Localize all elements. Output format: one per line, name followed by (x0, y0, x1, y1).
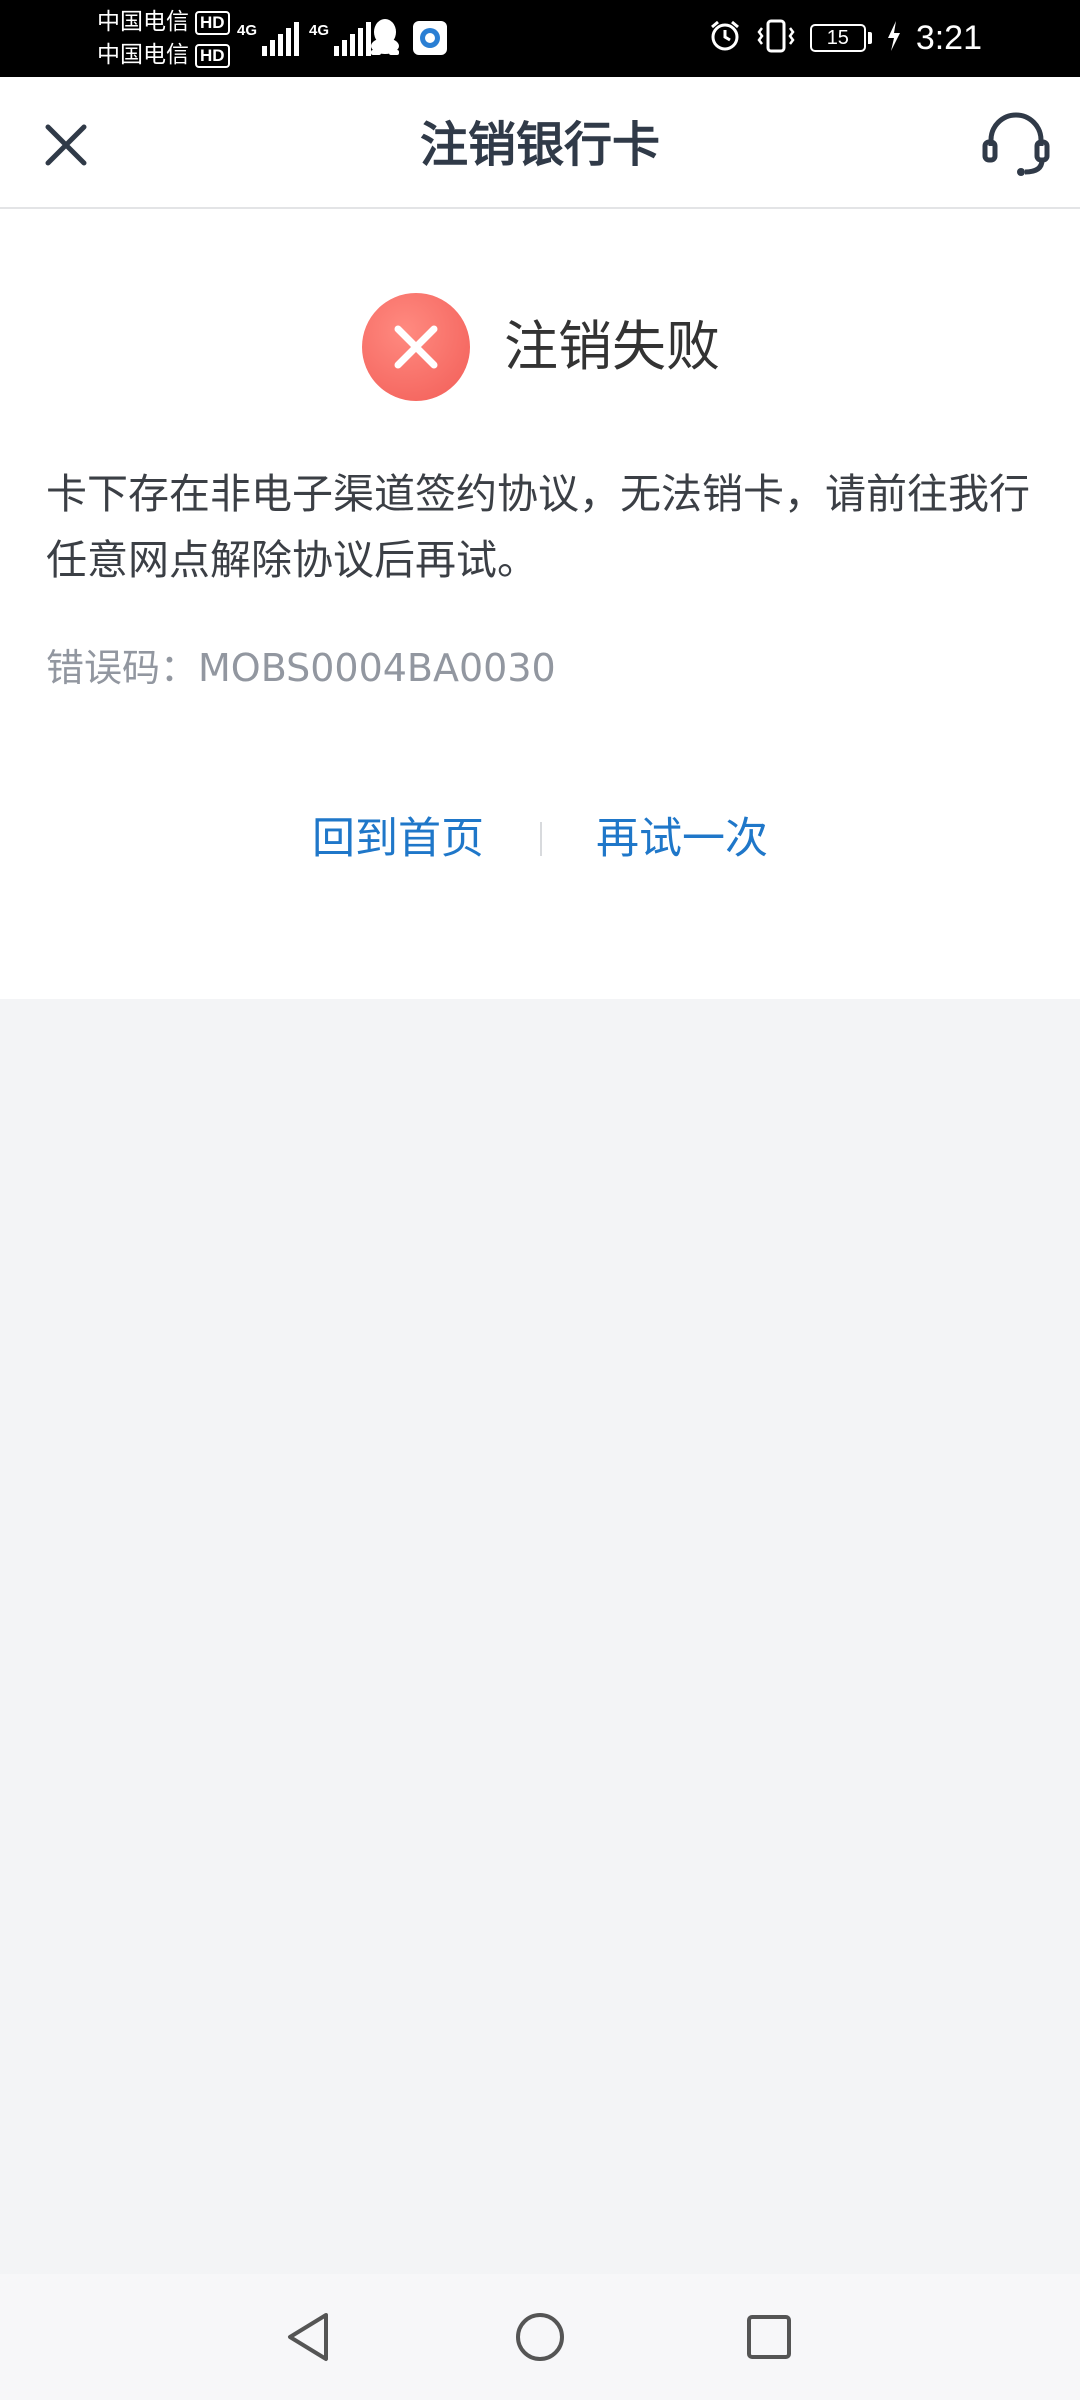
carrier-name-1: 中国电信 (97, 9, 189, 35)
result-title: 注销失败 (504, 315, 720, 378)
signal-strength-icon-2: 4G (309, 22, 372, 56)
battery-icon: 15 (809, 24, 872, 52)
customer-service-button[interactable] (978, 107, 1054, 183)
error-icon (362, 293, 470, 401)
error-code: 错误码：MOBS0004BA0030 (46, 646, 556, 690)
nav-home-button[interactable] (505, 2302, 575, 2372)
hd-badge-1: HD (195, 10, 230, 35)
page-header: 注销银行卡 (0, 77, 1080, 209)
result-card: 注销失败 卡下存在非电子渠道签约协议，无法销卡，请前往我行任意网点解除协议后再试… (0, 209, 1080, 999)
back-triangle-icon (288, 2313, 328, 2361)
page-title: 注销银行卡 (419, 117, 660, 173)
carrier-info: 中国电信 HD 中国电信 HD (97, 6, 230, 72)
vibrate-icon (756, 18, 796, 58)
signal-strength-icon-1: 4G (237, 22, 300, 56)
charging-icon (886, 21, 902, 55)
app-notification-icon (412, 20, 448, 60)
system-nav-bar (0, 2274, 1080, 2400)
nav-recents-button[interactable] (734, 2302, 804, 2372)
headset-icon (982, 112, 1050, 176)
recents-square-icon (747, 2315, 791, 2359)
error-message: 卡下存在非电子渠道签约协议，无法销卡，请前往我行任意网点解除协议后再试。 (46, 470, 1030, 584)
signal-indicators: 4G 4G (237, 16, 372, 56)
nav-back-button[interactable] (274, 2302, 344, 2372)
status-time: 3:21 (915, 18, 982, 57)
result-header: 注销失败 (362, 292, 720, 402)
status-right-group: 15 3:21 (708, 12, 982, 64)
action-links: 回到首页 再试一次 (0, 809, 1080, 869)
retry-link[interactable]: 再试一次 (596, 809, 768, 869)
status-bar: 中国电信 HD 中国电信 HD 4G 4G 15 3:21 (0, 0, 1080, 77)
back-to-home-link[interactable]: 回到首页 (312, 809, 484, 869)
qq-icon (368, 18, 402, 60)
carrier-name-2: 中国电信 (97, 42, 189, 68)
hd-badge-2: HD (195, 43, 230, 68)
action-divider (540, 822, 542, 856)
home-circle-icon (516, 2313, 564, 2361)
alarm-icon (708, 19, 742, 57)
